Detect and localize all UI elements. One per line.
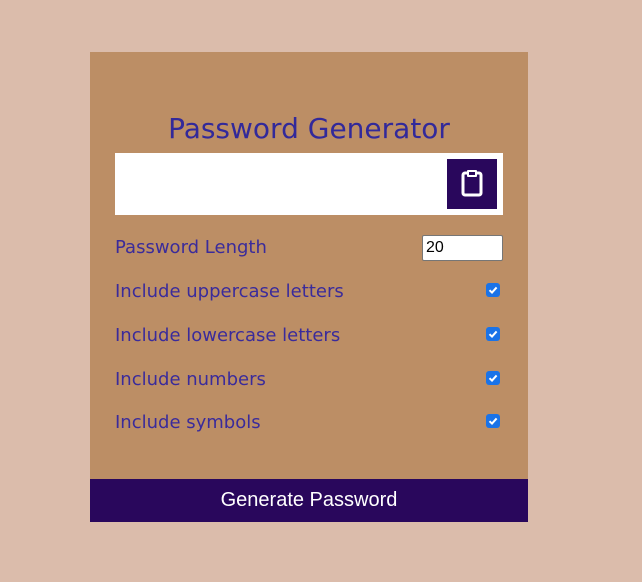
- password-length-input[interactable]: [422, 235, 503, 261]
- checkmark-icon: [488, 330, 498, 339]
- numbers-checkbox[interactable]: [486, 371, 500, 385]
- clipboard-icon: [461, 169, 483, 200]
- lowercase-checkbox[interactable]: [486, 327, 500, 341]
- numbers-label: Include numbers: [115, 369, 266, 390]
- setting-lowercase: Include lowercase letters: [115, 321, 503, 351]
- checkmark-icon: [488, 374, 498, 383]
- checkmark-icon: [488, 417, 498, 426]
- setting-symbols: Include symbols: [115, 408, 503, 438]
- uppercase-label: Include uppercase letters: [115, 281, 344, 302]
- password-result-box: [115, 153, 503, 215]
- password-generator-card: Password Generator Password Length Inclu…: [90, 52, 528, 522]
- password-length-label: Password Length: [115, 237, 267, 258]
- page-title: Password Generator: [168, 112, 450, 145]
- checkmark-icon: [488, 286, 498, 295]
- symbols-label: Include symbols: [115, 412, 261, 433]
- uppercase-checkbox[interactable]: [486, 283, 500, 297]
- generate-password-button[interactable]: Generate Password: [90, 479, 528, 522]
- setting-uppercase: Include uppercase letters: [115, 277, 503, 307]
- setting-password-length: Password Length: [115, 233, 503, 263]
- symbols-checkbox[interactable]: [486, 414, 500, 428]
- setting-numbers: Include numbers: [115, 365, 503, 395]
- copy-to-clipboard-button[interactable]: [447, 159, 497, 209]
- lowercase-label: Include lowercase letters: [115, 325, 341, 346]
